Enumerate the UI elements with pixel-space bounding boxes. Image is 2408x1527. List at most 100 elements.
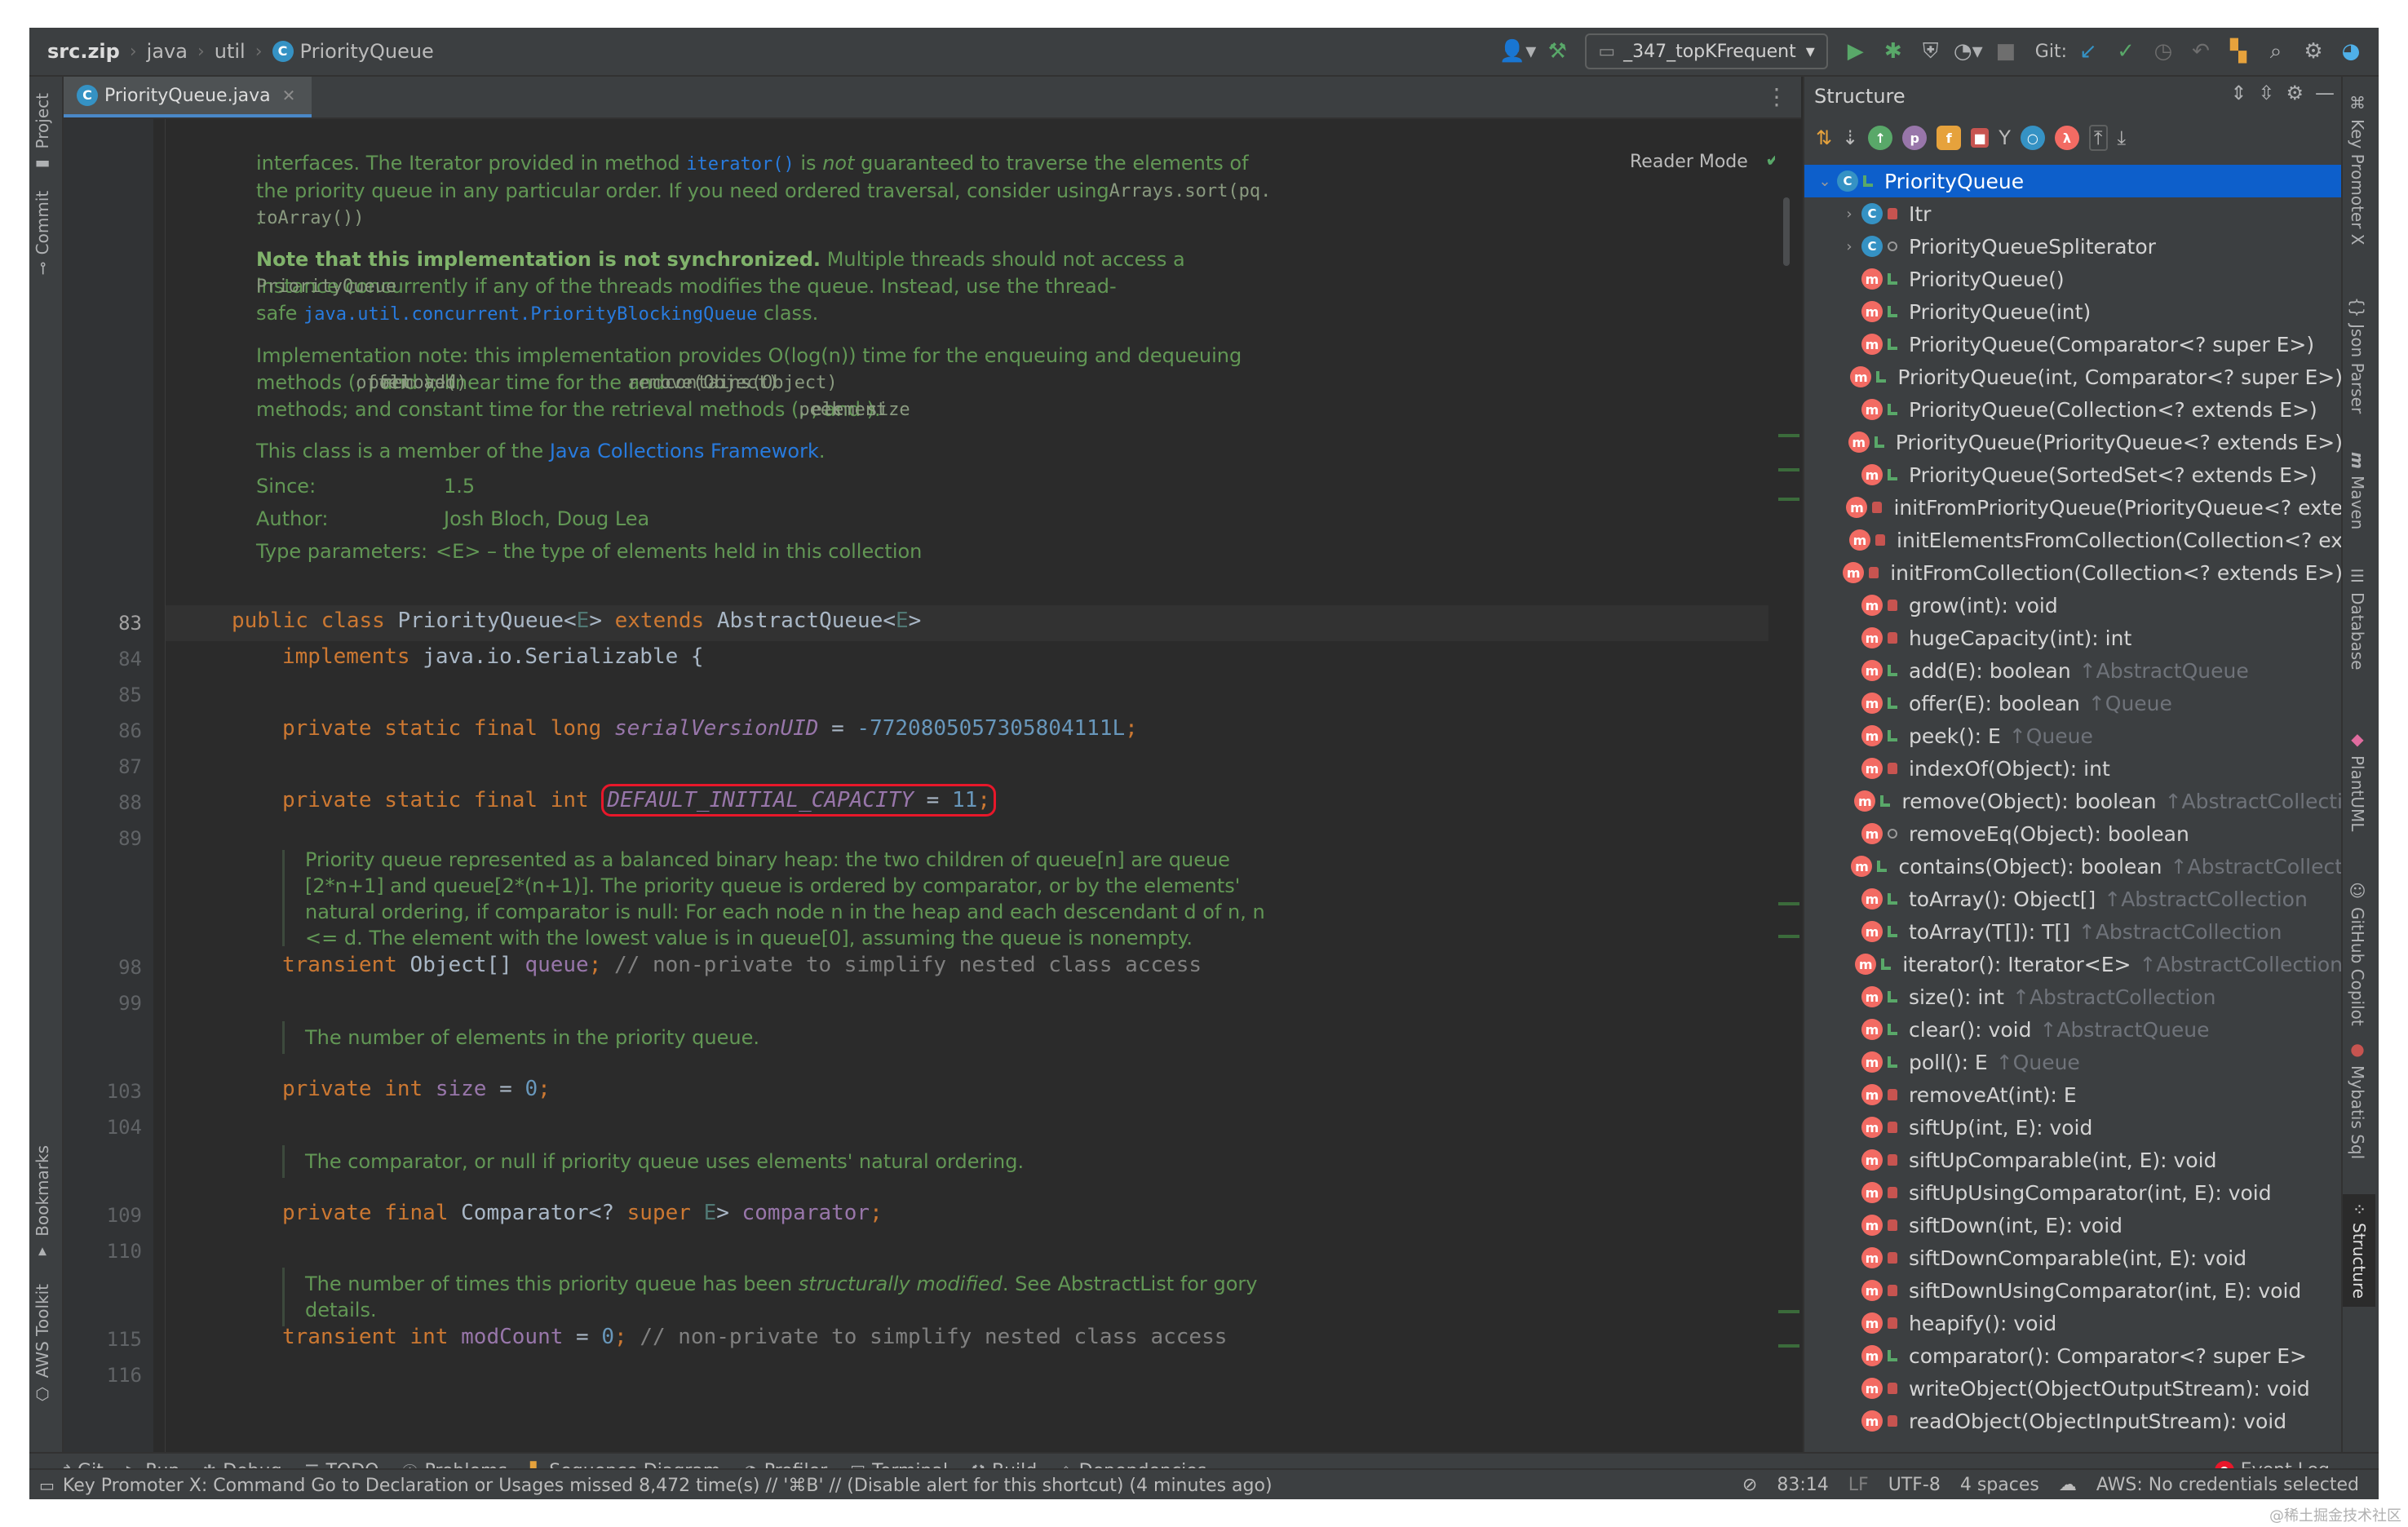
code-line-98[interactable]: transient Object[] queue; // non-private…	[282, 953, 1202, 977]
structure-method-item[interactable]: m iterator(): Iterator<E> ↑AbstractCollect…	[1804, 948, 2343, 980]
status-message[interactable]: Key Promoter X: Command Go to Declaratio…	[63, 1476, 1273, 1496]
structure-method-item[interactable]: m grow(int): void	[1804, 589, 2343, 622]
aws-toolkit-tab[interactable]: ⬡ AWS Toolkit	[33, 1284, 52, 1404]
sort-alpha-icon[interactable]: ⇣	[1842, 126, 1858, 149]
reader-mode-toggle[interactable]: Reader Mode	[1630, 152, 1748, 172]
bookmarks-tab[interactable]: ▾ Bookmarks	[33, 1145, 52, 1263]
structure-method-item[interactable]: m comparator(): Comparator<? super E>	[1804, 1339, 2343, 1372]
structure-method-item[interactable]: m siftDownUsingComparator(int, E): void	[1804, 1274, 2343, 1307]
structure-method-item[interactable]: m clear(): void ↑AbstractQueue	[1804, 1013, 2343, 1046]
gear-icon[interactable]: ⚙	[2286, 82, 2304, 104]
panel-toggle-icon[interactable]: ▭	[39, 1476, 55, 1495]
expand-all-icon[interactable]: ⇕	[2230, 82, 2246, 104]
profile-icon[interactable]: ◔▾	[1952, 35, 1985, 68]
json-parser-tab[interactable]: {} Json Parser	[2348, 297, 2367, 414]
structure-method-item[interactable]: m siftDownComparable(int, E): void	[1804, 1242, 2343, 1274]
file-encoding[interactable]: UTF-8	[1888, 1475, 1941, 1495]
structure-method-item[interactable]: m PriorityQueue(PriorityQueue<? extends E…	[1804, 426, 2343, 458]
caret-position[interactable]: 83:14	[1777, 1475, 1828, 1495]
structure-method-item[interactable]: m siftUp(int, E): void	[1804, 1111, 2343, 1144]
code-line-115[interactable]: transient int modCount = 0; // non-priva…	[282, 1325, 1227, 1349]
structure-method-item[interactable]: m readObject(ObjectInputStream): void	[1804, 1405, 2343, 1437]
structure-method-item[interactable]: m toArray(): Object[] ↑AbstractCollection	[1804, 883, 2343, 915]
structure-method-item[interactable]: m PriorityQueue(int, Comparator<? super E…	[1804, 361, 2343, 393]
editor-tab[interactable]: C PriorityQueue.java ✕	[64, 77, 312, 117]
code-line-84[interactable]: implements java.io.Serializable {	[282, 644, 704, 669]
aws-credentials[interactable]: AWS: No credentials selected	[2096, 1475, 2359, 1495]
structure-method-item[interactable]: m size(): int ↑AbstractCollection	[1804, 980, 2343, 1013]
git-commit-icon[interactable]: ✓	[2109, 35, 2142, 68]
lambda-icon[interactable]: λ	[2054, 126, 2079, 150]
run-icon[interactable]: ▶	[1839, 35, 1872, 68]
doc-link[interactable]: iterator()	[686, 154, 794, 175]
structure-method-item[interactable]: m hugeCapacity(int): int	[1804, 622, 2343, 654]
structure-method-item[interactable]: m siftDown(int, E): void	[1804, 1209, 2343, 1242]
autoscroll-to-source-icon[interactable]: ⤒	[2088, 125, 2108, 151]
maven-tab[interactable]: m Maven	[2348, 452, 2367, 529]
database-tab[interactable]: ☰ Database	[2348, 566, 2367, 670]
editor-scrollbar[interactable]	[1775, 119, 1801, 1452]
git-rollback-icon[interactable]: ↶	[2184, 35, 2217, 68]
chevron-right-icon[interactable]: ›	[1837, 238, 1861, 255]
stop-icon[interactable]: ■	[1990, 35, 2022, 68]
plantuml-tab[interactable]: ◆ PlantUML	[2348, 729, 2367, 831]
scroll-thumb[interactable]	[1783, 197, 1790, 266]
git-update-icon[interactable]: ↙	[2072, 35, 2105, 68]
structure-method-item[interactable]: m PriorityQueue()	[1804, 263, 2343, 295]
run-configuration-select[interactable]: ▭ _347_topKFrequent ▾	[1585, 33, 1828, 69]
breadcrumb-item[interactable]: PriorityQueue	[300, 40, 434, 63]
github-copilot-tab[interactable]: ☺ GitHub Copilot	[2348, 881, 2367, 1026]
structure-method-item[interactable]: m peek(): E ↑Queue	[1804, 719, 2343, 752]
structure-method-item[interactable]: m toArray(T[]): T[] ↑AbstractCollection	[1804, 915, 2343, 948]
breadcrumb-item[interactable]: java	[147, 40, 188, 63]
indent-setting[interactable]: 4 spaces	[1960, 1475, 2039, 1495]
show-properties-icon[interactable]: p	[1902, 126, 1928, 150]
sort-visibility-icon[interactable]: ⇅	[1816, 126, 1832, 149]
mybatis-sql-tab[interactable]: ● Mybatis Sql	[2348, 1039, 2367, 1159]
close-icon[interactable]: ✕	[282, 86, 296, 105]
show-lambdas-icon[interactable]: Y	[1999, 126, 2011, 149]
git-history-icon[interactable]: ◷	[2147, 35, 2180, 68]
structure-method-item[interactable]: m siftUpUsingComparator(int, E): void	[1804, 1176, 2343, 1209]
structure-method-item[interactable]: m initFromPriorityQueue(PriorityQueue<? e…	[1804, 491, 2343, 524]
code-line-86[interactable]: private static final long serialVersionU…	[282, 716, 1138, 741]
structure-method-item[interactable]: m PriorityQueue(Collection<? extends E>)	[1804, 393, 2343, 426]
no-internet-icon[interactable]: ⊘	[1742, 1475, 1757, 1495]
code-line-88[interactable]: private static final int DEFAULT_INITIAL…	[282, 784, 996, 817]
anonymous-classes-icon[interactable]: ○	[2020, 126, 2045, 150]
structure-class-item[interactable]: ⌄ C PriorityQueue	[1804, 165, 2343, 197]
structure-method-item[interactable]: m poll(): E ↑Queue	[1804, 1046, 2343, 1078]
structure-method-item[interactable]: m heapify(): void	[1804, 1307, 2343, 1339]
autoscroll-from-source-icon[interactable]: ⤓	[2118, 126, 2127, 149]
collapse-all-icon[interactable]: ⇳	[2258, 82, 2274, 104]
coverage-icon[interactable]: ⛨	[1914, 35, 1947, 68]
structure-method-item[interactable]: m writeObject(ObjectOutputStream): void	[1804, 1372, 2343, 1405]
structure-method-item[interactable]: m initFromCollection(Collection<? extends…	[1804, 556, 2343, 589]
structure-method-item[interactable]: m PriorityQueue(SortedSet<? extends E>)	[1804, 458, 2343, 491]
structure-method-item[interactable]: m contains(Object): boolean ↑AbstractColle…	[1804, 850, 2343, 883]
code-line-83[interactable]: public class PriorityQueue<E> extends Ab…	[232, 609, 921, 633]
line-separator[interactable]: LF	[1848, 1475, 1869, 1495]
commit-tab[interactable]: ⊸ Commit	[33, 191, 52, 275]
gear-icon[interactable]: ⚙	[2297, 35, 2330, 68]
structure-class-item[interactable]: › C PriorityQueueSpliterator	[1804, 230, 2343, 263]
breadcrumb-item[interactable]: src.zip	[47, 40, 120, 63]
structure-tab[interactable]: ⁘ Structure	[2343, 1194, 2375, 1307]
structure-method-item[interactable]: m offer(E): boolean ↑Queue	[1804, 687, 2343, 719]
vcs-icon[interactable]: ▚	[2222, 35, 2255, 68]
code-line-109[interactable]: private final Comparator<? super E> comp…	[282, 1201, 883, 1225]
minimize-icon[interactable]: —	[2315, 82, 2335, 104]
structure-method-item[interactable]: m remove(Object): boolean ↑AbstractCollect…	[1804, 785, 2343, 817]
structure-method-item[interactable]: m initElementsFromCollection(Collection<?…	[1804, 524, 2343, 556]
show-inherited-icon[interactable]: ↑	[1868, 126, 1893, 150]
structure-method-item[interactable]: m indexOf(Object): int	[1804, 752, 2343, 785]
chevron-down-icon[interactable]: ⌄	[1813, 173, 1837, 190]
show-fields-icon[interactable]: f	[1937, 126, 1962, 150]
structure-method-item[interactable]: m removeEq(Object): boolean	[1804, 817, 2343, 850]
structure-method-item[interactable]: m add(E): boolean ↑AbstractQueue	[1804, 654, 2343, 687]
structure-class-item[interactable]: › C Itr	[1804, 197, 2343, 230]
build-hammer-icon[interactable]: ⚒	[1541, 35, 1574, 68]
user-icon[interactable]: 👤▾	[1499, 35, 1536, 68]
show-non-public-icon[interactable]: ■	[1971, 128, 1990, 148]
structure-method-item[interactable]: m PriorityQueue(int)	[1804, 295, 2343, 328]
